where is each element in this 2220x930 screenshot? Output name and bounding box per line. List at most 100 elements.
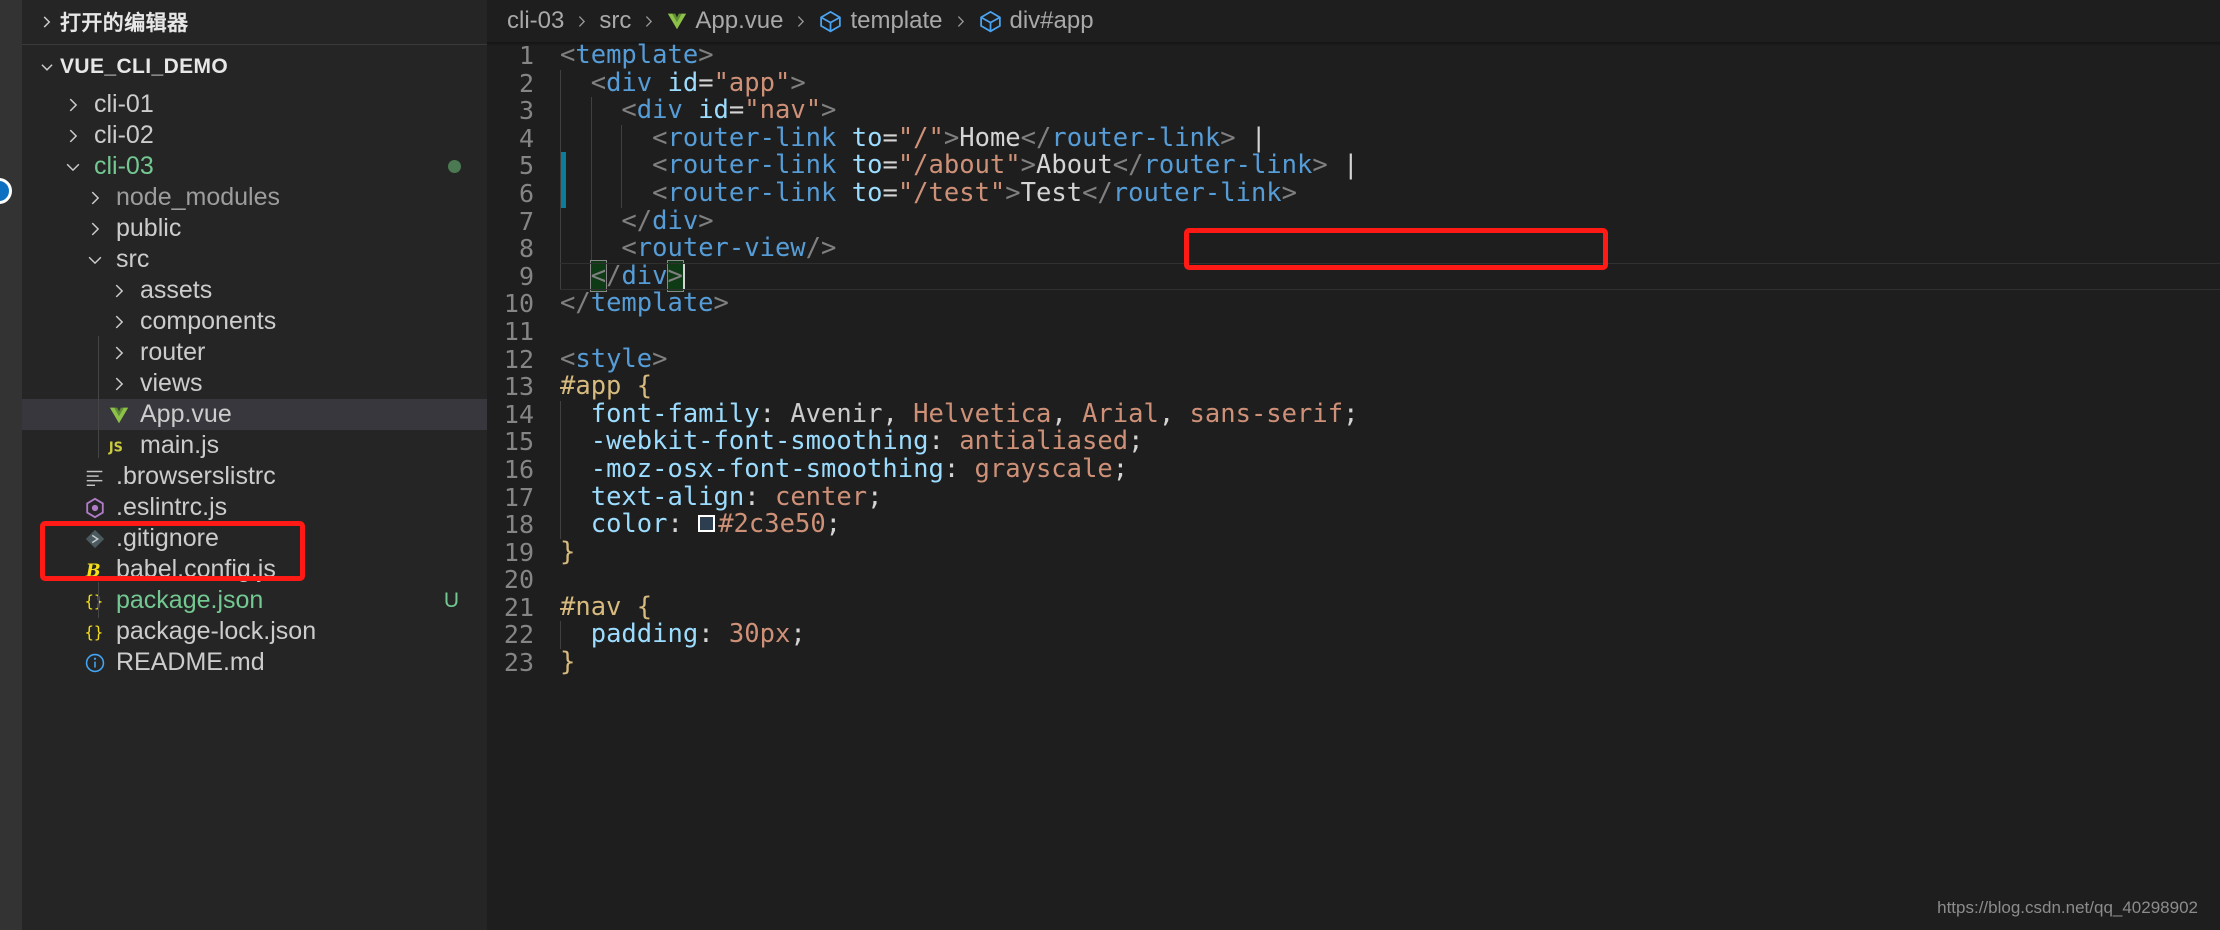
tree-item-package-json[interactable]: {} package.json U [22,585,487,616]
open-editors-section-header[interactable]: 打开的编辑器 [22,0,487,45]
breadcrumb[interactable]: cli-03 src App.vue template div#app [487,0,2220,42]
tree-item-browserslistrc[interactable]: .browserslistrc [22,461,487,492]
current-line-border [560,262,2220,264]
workspace-section-header[interactable]: VUE_CLI_DEMO [22,45,487,89]
code-token: grayscale [974,453,1113,484]
code-line[interactable]: 17 text-align: center; [487,481,2220,512]
code-line[interactable]: 10 </template> [487,290,2220,318]
tree-item-views[interactable]: views [22,368,487,399]
indent-guide [621,179,623,208]
tree-item-public[interactable]: public [22,213,487,244]
indent-guide [560,621,561,650]
tree-item-src[interactable]: src [22,244,487,275]
code-line[interactable]: 7 </div> [487,207,2220,236]
code-token: > [1281,177,1298,208]
indent-guide [560,235,561,263]
indent-guide [590,97,592,125]
code-line[interactable]: 8 <router-view/> [487,233,2220,264]
breadcrumb-label: div#app [1009,7,1094,34]
tree-item-babel-config-js[interactable]: Bbabel.config.js [22,554,487,585]
code-token: style [575,343,653,374]
code-line-content: -webkit-font-smoothing: antialiased; [560,428,2220,456]
line-number: 14 [503,399,534,429]
chevron-right-icon [104,281,134,301]
tree-item-eslintrc-js[interactable]: .eslintrc.js [22,492,487,523]
chevron-right-icon [104,374,134,394]
code-token: center [774,481,868,512]
code-token: > [1005,177,1021,208]
code-line[interactable]: 13 #app { [487,372,2220,401]
tree-item-cli-01[interactable]: cli-01 [22,89,487,120]
code-token: "/test" [897,177,1006,208]
line-number: 1 [518,41,534,70]
code-line[interactable]: 12 <style> [487,343,2220,374]
tree-item-label: public [116,214,182,242]
code-line-content: } [560,648,2220,677]
tree-item-node-modules[interactable]: node_modules [22,182,487,213]
explorer-sidebar[interactable]: 打开的编辑器 VUE_CLI_DEMO cli-01 cli-02 cli-03 no… [22,0,487,930]
line-number: 17 [503,482,534,512]
code-token: -moz-osx-font-smoothing [590,453,944,484]
svg-text:{}: {} [84,592,103,610]
line-number: 12 [503,344,534,374]
code-token: < [621,233,637,264]
babel-icon: B [80,559,110,581]
code-line[interactable]: 22 padding: 30px; [487,619,2220,650]
tree-item-app-vue[interactable]: App.vue [22,399,487,430]
tree-item-package-lock-json[interactable]: {} package-lock.json [22,616,487,647]
file-tree[interactable]: cli-01 cli-02 cli-03 node_modules public src a… [22,89,487,678]
code-line[interactable]: 5 <router-link to="/about">About</router… [487,152,2220,180]
breadcrumb-item-div-app[interactable]: div#app [978,7,1094,35]
code-line-content: <div id="nav"> [560,95,2220,126]
code-line[interactable]: 3 <div id="nav"> [487,95,2220,126]
code-token: "nav" [744,95,822,126]
code-line[interactable]: 16 -moz-osx-font-smoothing: grayscale; [487,453,2220,484]
code-line[interactable]: 4 <router-link to="/">Home</router-link>… [487,123,2220,153]
code-editor[interactable]: 1 < template > 2 <div id="app"> 3 <div id="na… [487,40,2220,677]
code-token: < [621,95,637,126]
code-line[interactable]: 9 </div> [487,259,2220,292]
breadcrumb-item-src[interactable]: src [599,7,631,35]
code-line[interactable]: 2 <div id="app"> [487,67,2220,98]
breadcrumb-item-cli-03[interactable]: cli-03 [507,7,564,35]
code-line[interactable]: 23} [487,648,2220,677]
code-line[interactable]: 6 <router-link to="/test">Test</router-l… [487,177,2220,208]
code-line[interactable]: 20 [487,566,2220,594]
color-swatch[interactable] [698,514,716,532]
code-line[interactable]: 1 <template> [487,40,2220,70]
code-token: template [590,288,714,319]
breadcrumb-item-template[interactable]: template [818,7,943,35]
indent-guide [560,179,561,208]
tree-item-cli-02[interactable]: cli-02 [22,120,487,151]
code-line[interactable]: 14 font-family: Avenir, Helvetica, Arial… [487,399,2220,429]
source-control-badge-icon [0,178,12,204]
tree-item-cli-03[interactable]: cli-03 [22,151,487,182]
tree-item-readme-md[interactable]: README.md [22,647,487,678]
code-line[interactable]: 21 #nav { [487,592,2220,622]
code-token: div [606,67,653,98]
code-token: < [590,67,607,98]
code-line[interactable]: 19} [487,538,2220,567]
breadcrumb-item-app-vue[interactable]: App.vue [666,7,783,35]
tree-item-components[interactable]: components [22,306,487,337]
tree-item-router[interactable]: router [22,337,487,368]
code-line-content: <router-link to="/test">Test</router-lin… [560,177,2220,208]
chevron-down-icon [58,157,88,177]
chevron-right-icon [104,312,134,332]
code-line[interactable]: 15 -webkit-font-smoothing: antialiased; [487,428,2220,456]
tree-item-assets[interactable]: assets [22,275,487,306]
code-token: < [560,40,576,70]
code-line[interactable]: 11 [487,318,2220,346]
tree-item-main-js[interactable]: JS main.js [22,430,487,461]
tree-item-gitignore[interactable]: .gitignore [22,523,487,554]
tree-indent-guide [98,336,99,458]
code-line[interactable]: 18 color: #2c3e50; [487,510,2220,539]
indent-guide [560,483,561,512]
indent-guide [560,124,561,153]
